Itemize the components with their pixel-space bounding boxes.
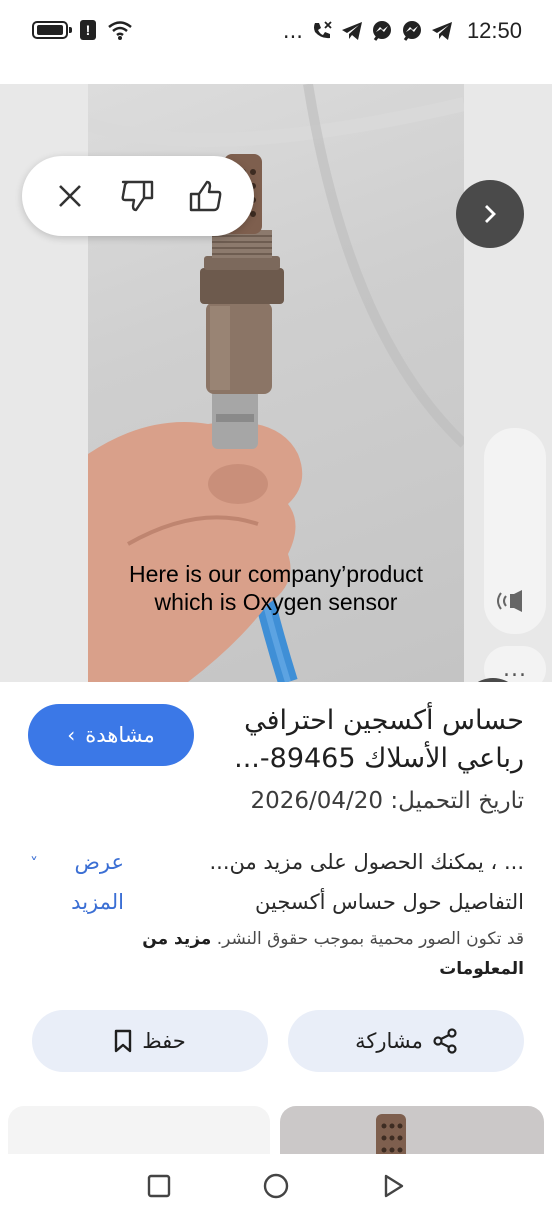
square-icon (147, 1174, 171, 1198)
bookmark-icon (115, 1029, 132, 1053)
system-navigation-bar (0, 1154, 552, 1214)
status-left-icons: ! (32, 20, 132, 40)
close-button[interactable] (46, 172, 94, 220)
copyright-text: قد تكون الصور محمية بموجب حقوق النشر. (216, 929, 524, 949)
missed-call-icon (313, 21, 332, 39)
chevron-down-icon[interactable]: ˅ (30, 854, 38, 873)
recent-apps-button[interactable] (143, 1170, 175, 1202)
status-right-icons: ... 12:50 (283, 18, 522, 44)
telegram-icon (431, 22, 452, 40)
warning-icon: ! (80, 20, 96, 40)
close-icon (59, 185, 81, 207)
show-more-link[interactable]: عرض المزيد (28, 842, 124, 922)
visit-label: مشاهدة (85, 723, 155, 747)
chevron-right-icon (485, 205, 496, 223)
share-label: مشاركة (355, 1029, 423, 1053)
caption-line-2: which is Oxygen sensor (154, 589, 398, 615)
telegram-icon (341, 22, 362, 40)
circle-icon (263, 1173, 289, 1199)
result-description: ... ، يمكنك الحصول على مزيد من... التفاص… (209, 850, 524, 914)
sound-icon[interactable] (496, 588, 530, 614)
save-label: حفظ (142, 1029, 186, 1053)
wifi-icon (108, 21, 132, 40)
clock: 12:50 (466, 18, 522, 43)
thumbs-up-button[interactable] (182, 172, 230, 220)
thumbs-down-button[interactable] (114, 172, 162, 220)
messenger-icon (372, 21, 391, 41)
more-dots-icon: ... (282, 19, 303, 43)
side-panel (484, 428, 546, 634)
status-bar: ! ... 12:50 (0, 0, 552, 64)
video-caption: Here is our company’product which is Oxy… (88, 560, 464, 616)
feedback-pill (22, 156, 254, 236)
share-button[interactable]: مشاركة (288, 1010, 524, 1072)
save-button[interactable]: حفظ (32, 1010, 268, 1072)
thumbs-down-icon (121, 180, 154, 212)
thumbs-up-icon (189, 180, 222, 212)
chevron-left-icon: ‹ (67, 723, 76, 747)
caption-line-1: Here is our company’product (128, 561, 424, 587)
image-viewer[interactable]: Here is our company’product which is Oxy… (0, 84, 552, 740)
upload-date: تاريخ التحميل: 2026/04/20 (250, 788, 524, 814)
visit-button[interactable]: ‹ مشاهدة (28, 704, 194, 766)
triangle-back-icon (384, 1174, 404, 1198)
share-icon (433, 1028, 457, 1054)
home-button[interactable] (260, 1170, 292, 1202)
messenger-icon (402, 21, 421, 41)
back-button[interactable] (377, 1170, 409, 1202)
copyright-notice: قد تكون الصور محمية بموجب حقوق النشر. مز… (64, 924, 524, 984)
next-image-button[interactable] (456, 180, 524, 248)
result-info-panel: ‹ مشاهدة حساس أكسجين احترافي رباعي الأسل… (0, 682, 552, 1162)
battery-icon (32, 21, 72, 39)
result-title[interactable]: حساس أكسجين احترافي رباعي الأسلاك 89465-… (224, 702, 524, 778)
